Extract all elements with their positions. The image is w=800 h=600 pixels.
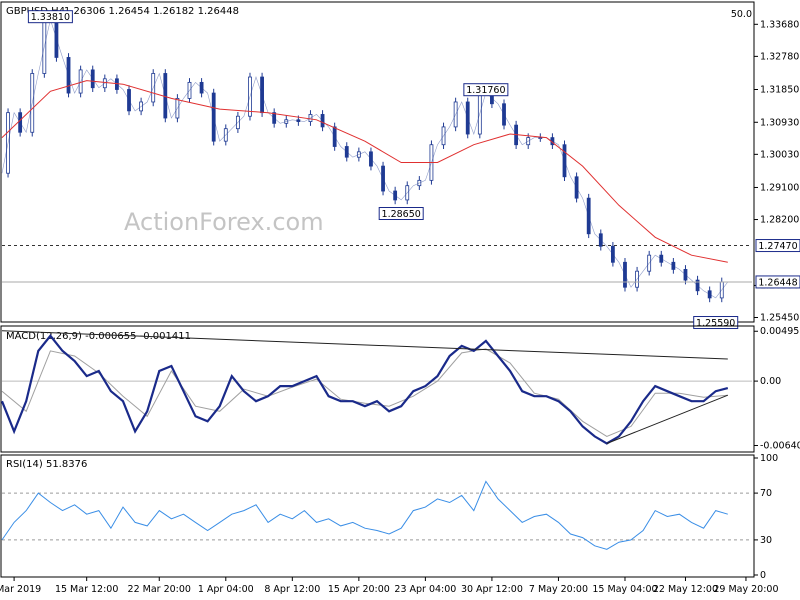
macd-title: MACD(12,26,9) -0.000655 -0.001411 <box>6 331 191 342</box>
forex-chart: ActionForex.com GBPUSD,H4 1.26306 1.2645… <box>0 0 800 600</box>
x-tick-label: 29 May 20:00 <box>713 584 778 595</box>
p0-ytick-label: 1.28200 <box>760 215 799 226</box>
x-tick-label: 15 May 04:00 <box>592 584 657 595</box>
p1-ytick-label: -0.006404 <box>760 441 800 452</box>
p2-ytick-label: 0 <box>760 570 766 581</box>
price-annotation-label: 1.26448 <box>758 277 797 288</box>
x-tick-label: 22 Mar 20:00 <box>128 584 191 595</box>
p2-ytick-label: 100 <box>760 453 778 464</box>
chart-background <box>0 0 800 600</box>
x-tick-label: 23 Apr 04:00 <box>394 584 456 595</box>
price-annotation-label: 1.27470 <box>758 241 797 252</box>
x-tick-label: 15 Apr 20:00 <box>328 584 390 595</box>
x-tick-label: 1 Apr 04:00 <box>198 584 254 595</box>
price-annotation-label: 1.28650 <box>382 209 421 220</box>
x-tick-label: 30 Apr 12:00 <box>461 584 523 595</box>
p0-ytick-label: 1.33680 <box>760 19 799 30</box>
p1-ytick-label: 0.004957 <box>760 326 800 337</box>
p1-ytick-label: 0.00 <box>760 376 781 387</box>
price-annotation-label: 1.25590 <box>696 318 735 329</box>
x-tick-label: 8 Mar 2019 <box>0 584 41 595</box>
p2-ytick-label: 70 <box>760 488 772 499</box>
p0-ytick-label: 1.30930 <box>760 117 799 128</box>
p0-ytick-label: 1.29100 <box>760 182 799 193</box>
price-annotation-label: 1.31760 <box>466 85 505 96</box>
x-tick-label: 7 May 20:00 <box>529 584 588 595</box>
corner-value: 50.0 <box>731 9 752 20</box>
ohlc-label: 1.26306 1.26454 1.26182 1.26448 <box>64 6 239 17</box>
p2-ytick-label: 30 <box>760 535 772 546</box>
p0-ytick-label: 1.30030 <box>760 149 799 160</box>
price-annotation-label: 1.33810 <box>31 12 70 23</box>
rsi-title: RSI(14) 51.8376 <box>6 459 87 470</box>
x-tick-label: 8 Apr 12:00 <box>264 584 320 595</box>
watermark: ActionForex.com <box>124 208 324 236</box>
p0-ytick-label: 1.32780 <box>760 51 799 62</box>
x-tick-label: 15 Mar 12:00 <box>55 584 118 595</box>
p0-ytick-label: 1.31850 <box>760 85 799 96</box>
p0-ytick-label: 1.25450 <box>760 313 799 324</box>
x-tick-label: 22 May 12:00 <box>653 584 718 595</box>
